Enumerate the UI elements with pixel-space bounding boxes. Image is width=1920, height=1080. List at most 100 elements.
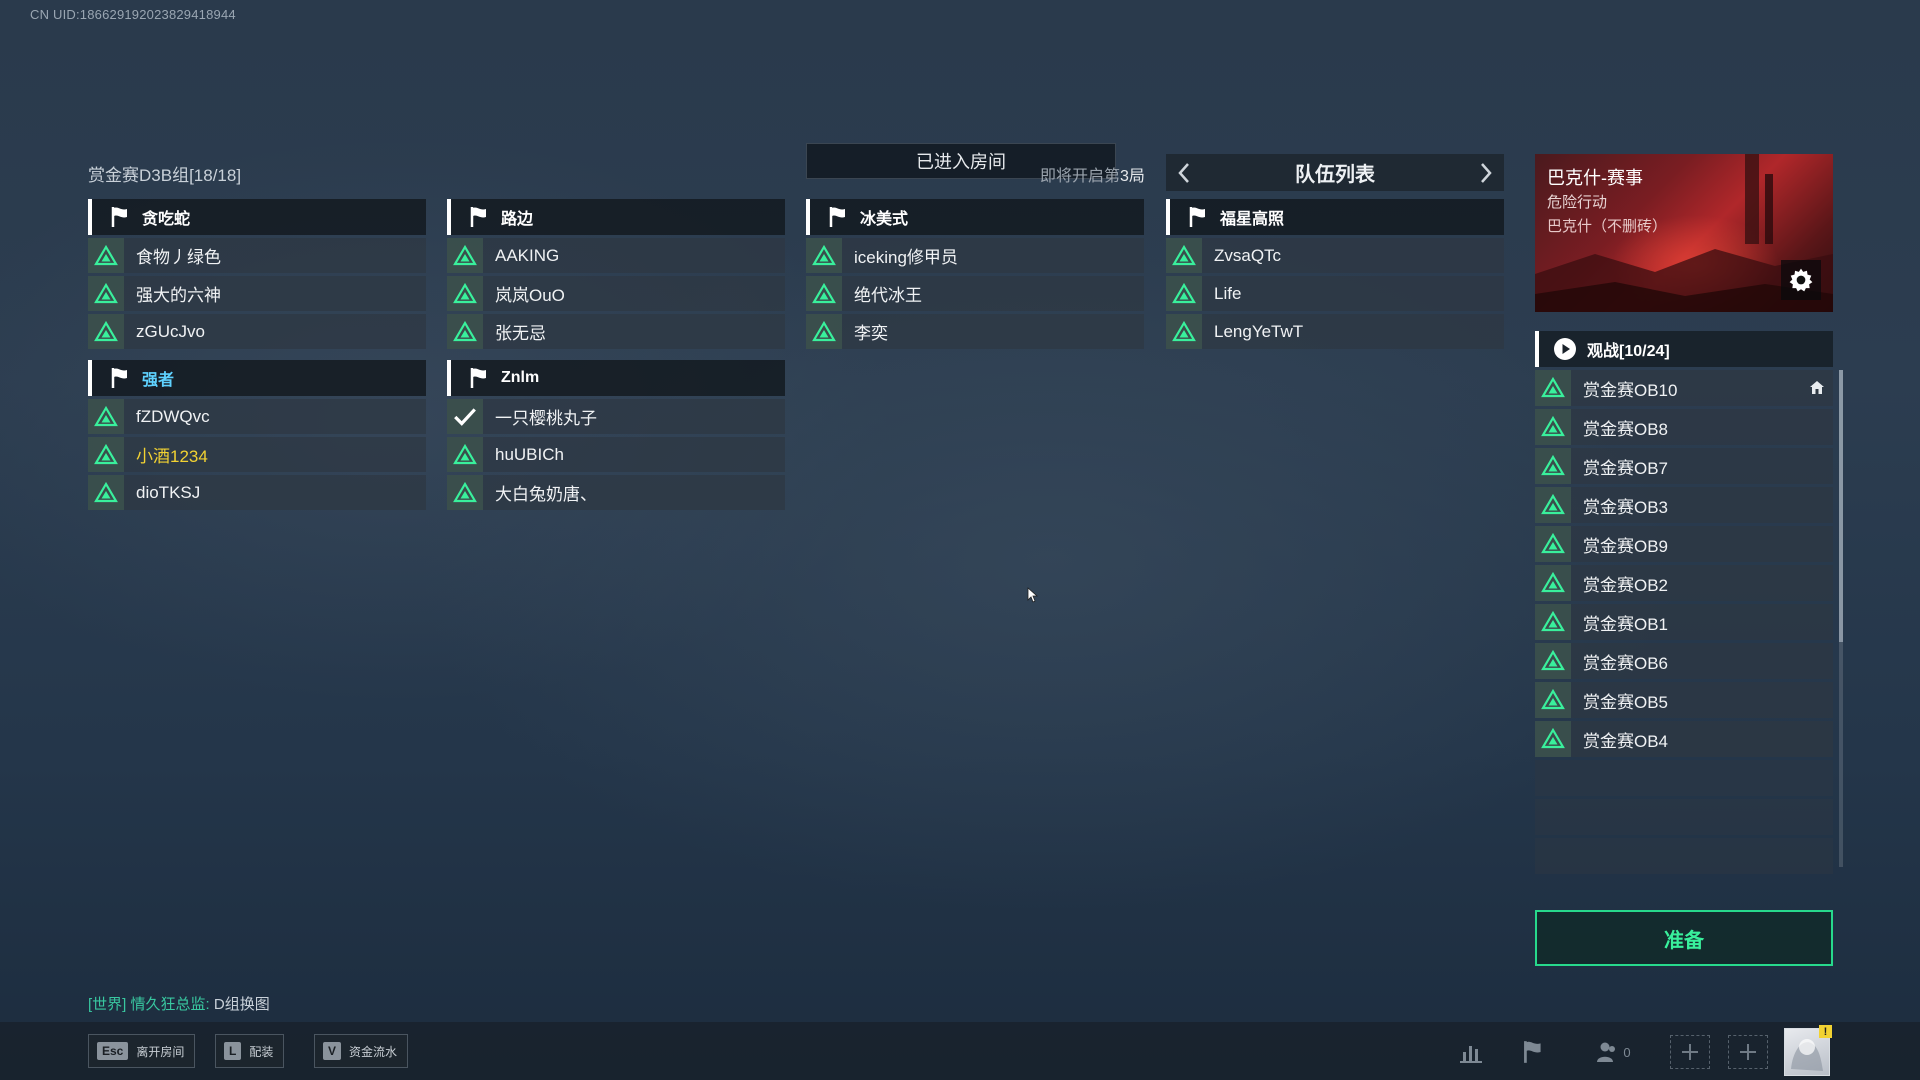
player-row[interactable]: 李奕: [806, 314, 1144, 349]
flag-icon: [829, 207, 845, 227]
chevron-left-icon[interactable]: [1166, 154, 1202, 191]
player-row[interactable]: 岚岚OuO: [447, 276, 785, 311]
spectator-empty-slot: [1535, 760, 1833, 796]
rank-icon: [88, 238, 124, 273]
spectator-name: 赏金赛OB2: [1583, 575, 1669, 595]
funds-flow-label: 资金流水: [349, 1044, 398, 1059]
player-row[interactable]: 一只樱桃丸子: [447, 399, 785, 434]
home-icon: [1810, 381, 1824, 394]
map-mode: 危险行动: [1547, 194, 1608, 211]
add-slot-button[interactable]: [1670, 1035, 1710, 1069]
rank-icon: [1166, 276, 1202, 311]
player-row[interactable]: iceking修甲员: [806, 238, 1144, 273]
stats-icon[interactable]: [1451, 1035, 1491, 1069]
rank-icon: [1166, 314, 1202, 349]
player-name: 一只樱桃丸子: [495, 409, 597, 428]
spectator-row[interactable]: 赏金赛OB10: [1535, 370, 1833, 406]
rank-icon: [88, 276, 124, 311]
flag-icon: [111, 207, 127, 227]
player-name: 李奕: [854, 324, 888, 343]
player-row[interactable]: 绝代冰王: [806, 276, 1144, 311]
notification-badge: !: [1819, 1025, 1832, 1038]
friends-count: 0: [1623, 1044, 1631, 1060]
scrollbar-thumb[interactable]: [1839, 370, 1843, 642]
avatar[interactable]: !: [1784, 1025, 1832, 1076]
play-icon: [1554, 338, 1576, 360]
player-name: dioTKSJ: [136, 482, 201, 502]
flag-icon: [111, 368, 127, 388]
friends-button[interactable]: 0: [1585, 1035, 1641, 1069]
player-row[interactable]: dioTKSJ: [88, 475, 426, 510]
spectator-row[interactable]: 赏金赛OB3: [1535, 487, 1833, 523]
rank-icon: [1535, 721, 1571, 757]
funds-flow-button[interactable]: V 资金流水: [314, 1034, 409, 1068]
player-row[interactable]: 张无忌: [447, 314, 785, 349]
rank-icon: [447, 475, 483, 510]
rank-icon: [88, 314, 124, 349]
team-card: 贪吃蛇 食物丿绿色 强大的六神 zGUcJvo: [88, 199, 426, 349]
player-row[interactable]: AAKING: [447, 238, 785, 273]
spectator-row[interactable]: 赏金赛OB7: [1535, 448, 1833, 484]
team-list-title: 队伍列表: [1295, 164, 1375, 186]
player-row[interactable]: 小酒1234: [88, 437, 426, 472]
player-row[interactable]: Life: [1166, 276, 1504, 311]
team-header[interactable]: Znlm: [447, 360, 785, 396]
round-hint-number: 3局: [1120, 168, 1145, 185]
spectator-row[interactable]: 赏金赛OB9: [1535, 526, 1833, 562]
gear-icon[interactable]: [1781, 260, 1821, 300]
ready-button[interactable]: 准备: [1535, 910, 1833, 966]
team-header[interactable]: 路边: [447, 199, 785, 235]
spectator-row[interactable]: 赏金赛OB2: [1535, 565, 1833, 601]
spectator-row[interactable]: 赏金赛OB1: [1535, 604, 1833, 640]
spectator-name: 赏金赛OB8: [1583, 419, 1669, 439]
spectator-scrollbar[interactable]: [1839, 370, 1843, 867]
team-header[interactable]: 冰美式: [806, 199, 1144, 235]
team-card: 路边 AAKING 岚岚OuO 张无忌: [447, 199, 785, 349]
rank-icon: [447, 437, 483, 472]
player-name: iceking修甲员: [854, 248, 958, 267]
player-name: zGUcJvo: [136, 321, 205, 341]
player-row[interactable]: fZDWQvc: [88, 399, 426, 434]
team-name: Znlm: [501, 369, 540, 386]
player-name: 强大的六神: [136, 286, 221, 305]
rank-icon: [1535, 682, 1571, 718]
team-flag-icon[interactable]: [1513, 1035, 1553, 1069]
rank-icon: [806, 276, 842, 311]
team-name: 福星高照: [1220, 211, 1285, 228]
spectator-empty-slot: [1535, 799, 1833, 835]
chat-sender: 情久狂总监:: [130, 996, 210, 1013]
map-name: 巴克什-赛事: [1547, 168, 1643, 188]
player-row[interactable]: LengYeTwT: [1166, 314, 1504, 349]
player-row[interactable]: huUBICh: [447, 437, 785, 472]
player-row[interactable]: ZvsaQTc: [1166, 238, 1504, 273]
team-header[interactable]: 福星高照: [1166, 199, 1504, 235]
player-row[interactable]: 强大的六神: [88, 276, 426, 311]
rank-icon: [447, 314, 483, 349]
loadout-button[interactable]: L 配装: [215, 1034, 285, 1068]
player-row[interactable]: zGUcJvo: [88, 314, 426, 349]
player-row[interactable]: 食物丿绿色: [88, 238, 426, 273]
player-name: AAKING: [495, 245, 560, 265]
team-header[interactable]: 贪吃蛇: [88, 199, 426, 235]
team-header[interactable]: 强者: [88, 360, 426, 396]
rank-icon: [1535, 409, 1571, 445]
spectator-name: 赏金赛OB7: [1583, 458, 1669, 478]
spectator-name: 赏金赛OB9: [1583, 536, 1669, 556]
spectator-header: 观战[10/24]: [1535, 331, 1833, 367]
spectator-row[interactable]: 赏金赛OB6: [1535, 643, 1833, 679]
rank-icon: [806, 314, 842, 349]
room-title: 赏金赛D3B组[18/18]: [88, 166, 242, 185]
player-row[interactable]: 大白兔奶唐、: [447, 475, 785, 510]
spectator-row[interactable]: 赏金赛OB4: [1535, 721, 1833, 757]
rank-icon: [88, 399, 124, 434]
spectator-row[interactable]: 赏金赛OB5: [1535, 682, 1833, 718]
player-name: 食物丿绿色: [136, 248, 221, 267]
spectator-row[interactable]: 赏金赛OB8: [1535, 409, 1833, 445]
key-hint: Esc: [97, 1042, 129, 1060]
team-name: 冰美式: [860, 211, 909, 228]
add-slot-button[interactable]: [1728, 1035, 1768, 1069]
rank-icon: [1166, 238, 1202, 273]
team-name: 强者: [142, 372, 175, 389]
chevron-right-icon[interactable]: [1468, 154, 1504, 191]
leave-room-button[interactable]: Esc 离开房间: [88, 1034, 196, 1068]
